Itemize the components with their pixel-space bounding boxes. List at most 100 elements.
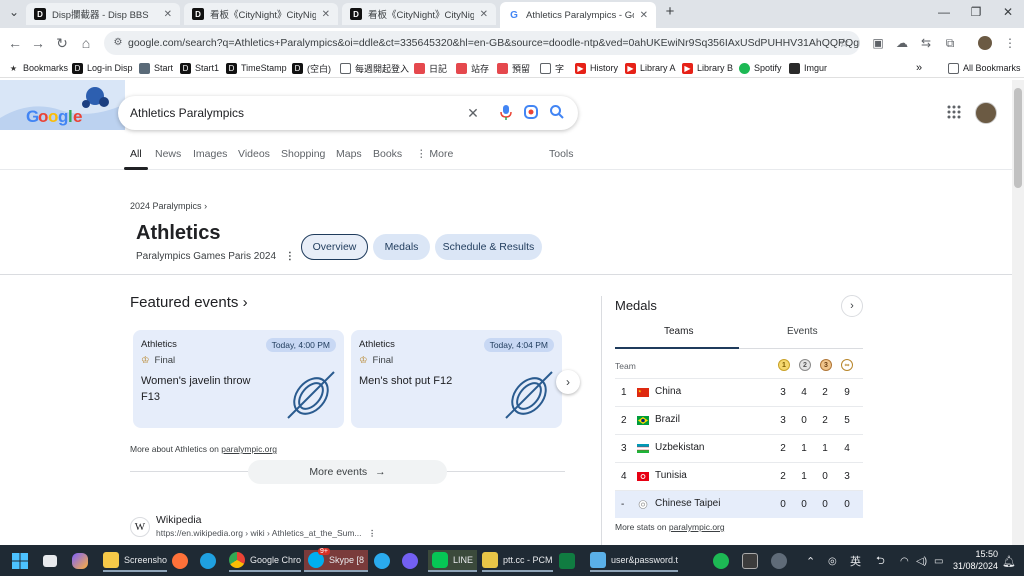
tab-videos[interactable]: Videos [238,148,270,160]
bookmark-start1[interactable]: D Start1 [180,60,219,76]
extension-3-icon[interactable]: ⇆ [918,35,934,51]
medals-tab-events[interactable]: Events [787,326,818,337]
breadcrumb[interactable]: 2024 Paralympics › [130,201,207,211]
bookmark-spotify[interactable]: Spotify [739,60,782,76]
close-tab-icon[interactable]: ✕ [480,9,488,20]
task-view-icon[interactable] [43,550,62,572]
medals-tab-teams[interactable]: Teams [664,326,693,337]
medals-expand-icon[interactable]: › [841,295,863,317]
taskbar-chrome[interactable]: Google Chro [229,550,302,572]
forward-icon[interactable]: → [29,34,47,52]
browser-tab-1[interactable]: D Disp攔截器 - Disp BBS ✕ [26,3,180,25]
extension-2-icon[interactable]: ☁ [894,35,910,51]
event-card[interactable]: Athletics Today, 4:04 PM ♔ Final Men's sh… [351,330,562,428]
search-icon[interactable] [548,104,566,122]
taskbar-clock[interactable]: 15:50 31/08/2024 [948,548,998,572]
medal-row[interactable]: 1 ★ China 3 4 2 9 [615,378,863,406]
medal-row[interactable]: 3 Uzbekistan 2 1 1 4 [615,434,863,462]
bookmark-login-disp[interactable]: D Log-in Disp [72,60,133,76]
minimize-icon[interactable]: — [934,5,954,19]
scrollbar-thumb[interactable] [1014,88,1022,188]
tab-more[interactable]: ⋮ More [416,148,453,160]
notification-bell-icon[interactable]: 🔔︎ [1002,550,1016,572]
google-apps-icon[interactable] [946,104,962,120]
lens-search-icon[interactable] [522,104,540,122]
bookmark-diary[interactable]: 日記 [414,60,447,76]
medal-row[interactable]: 4 Tunisia 2 1 0 3 [615,462,863,490]
browser-tab-4[interactable]: G Athletics Paralympics - Google S ✕ [500,2,656,28]
google-doodle-logo[interactable]: G o o g l e [0,80,125,130]
tray-overflow-icon[interactable]: ⌃ [806,550,815,572]
tab-all[interactable]: All [130,148,142,160]
medal-row[interactable]: 2 Brazil 3 0 2 5 [615,406,863,434]
edge-icon[interactable] [200,550,221,572]
tab-search-icon[interactable]: ⌄ [4,5,24,19]
taskbar-notepad[interactable]: user&password.t [590,550,679,572]
wiki-site-name[interactable]: Wikipedia [156,514,202,526]
settings-gear-icon[interactable] [771,550,792,572]
voice-search-icon[interactable] [497,104,515,122]
tab-books[interactable]: Books [373,148,402,160]
bookmark-library-b[interactable]: ▶ Library B [682,60,733,76]
taskbar-line[interactable]: LINE [428,550,478,572]
taskbar-explorer-screenshots[interactable]: Screensho [103,550,168,572]
new-tab-icon[interactable]: + [660,3,680,20]
clear-search-icon[interactable]: ✕ [464,104,482,122]
input-mode-icon[interactable]: ◎ [828,550,837,572]
menu-dots-icon[interactable]: ⋮ [1002,35,1018,51]
page-scrollbar[interactable] [1012,80,1024,545]
extension-1-icon[interactable]: ▣ [870,35,886,51]
bookmark-bookmarks[interactable]: ★ Bookmarks [8,60,68,76]
ime-toggle-icon[interactable]: ⮌ [876,550,885,572]
taskbar-skype[interactable]: 9+ Skype [8 [304,548,369,572]
clapper-app-icon[interactable] [742,550,763,572]
bookmark-start[interactable]: Start [139,60,173,76]
bookmark-temp[interactable]: 站存 [456,60,489,76]
ime-indicator[interactable]: 英 [850,550,861,572]
excel-icon[interactable] [559,550,580,572]
bookmarks-overflow-icon[interactable]: » [916,60,922,76]
windows-start-icon[interactable] [12,550,28,572]
close-tab-icon[interactable]: ✕ [640,10,648,21]
extensions-puzzle-icon[interactable]: ⧉ [942,35,958,51]
firefox-icon[interactable] [172,550,193,572]
tools-button[interactable]: Tools [549,148,574,160]
paralympic-link[interactable]: paralympic.org [221,444,277,454]
featured-events-heading[interactable]: Featured events › [130,294,248,311]
all-bookmarks-button[interactable]: All Bookmarks [948,60,1021,76]
more-options-icon[interactable]: ⋮ [368,528,377,538]
bookmark-imgur[interactable]: Imgur [789,60,827,76]
chip-schedule-results[interactable]: Schedule & Results [435,234,542,260]
taskbar-ptt[interactable]: ptt.cc - PCM [482,550,553,572]
bookmark-timestamp[interactable]: D TimeStamp [226,60,287,76]
close-window-icon[interactable]: ✕ [998,5,1018,19]
copilot-icon[interactable] [72,550,93,572]
address-bar[interactable]: google.com/search?q=Athletics+Paralympic… [104,31,860,55]
wiki-url[interactable]: https://en.wikipedia.org › wiki › Athlet… [156,528,376,539]
viber-icon[interactable] [402,550,423,572]
search-input[interactable]: Athletics Paralympics ✕ [118,96,578,130]
close-tab-icon[interactable]: ✕ [322,9,330,20]
bookmark-folder-char[interactable]: 字 [540,60,564,76]
telegram-icon[interactable] [374,550,395,572]
tab-images[interactable]: Images [193,148,227,160]
carousel-next-icon[interactable]: › [556,370,580,394]
home-icon[interactable]: ⌂ [77,34,95,52]
event-card[interactable]: Athletics Today, 4:00 PM ♔ Final Women's … [133,330,344,428]
chip-overview[interactable]: Overview [301,234,368,260]
bookmark-folder-weekly[interactable]: 每週開起登入 [340,60,409,76]
back-icon[interactable]: ← [6,34,24,52]
medal-row-highlighted[interactable]: - Chinese Taipei 0 0 0 0 [615,490,863,518]
tab-maps[interactable]: Maps [336,148,362,160]
reload-icon[interactable]: ↻ [53,34,71,52]
browser-tab-3[interactable]: D 看板《CityNight》CityNight - Disp ✕ [342,3,496,25]
account-avatar[interactable] [975,102,997,124]
chip-medals[interactable]: Medals [373,234,430,260]
restore-icon[interactable]: ❐ [966,5,986,19]
more-events-button[interactable]: More events → [248,460,447,484]
bookmark-library-a[interactable]: ▶ Library A [625,60,676,76]
site-info-icon[interactable]: ⚙ [110,35,126,51]
bookmark-reserve[interactable]: 預留 [497,60,530,76]
more-options-icon[interactable]: ⋮ [285,251,295,262]
bookmark-history[interactable]: ▶ History [575,60,618,76]
